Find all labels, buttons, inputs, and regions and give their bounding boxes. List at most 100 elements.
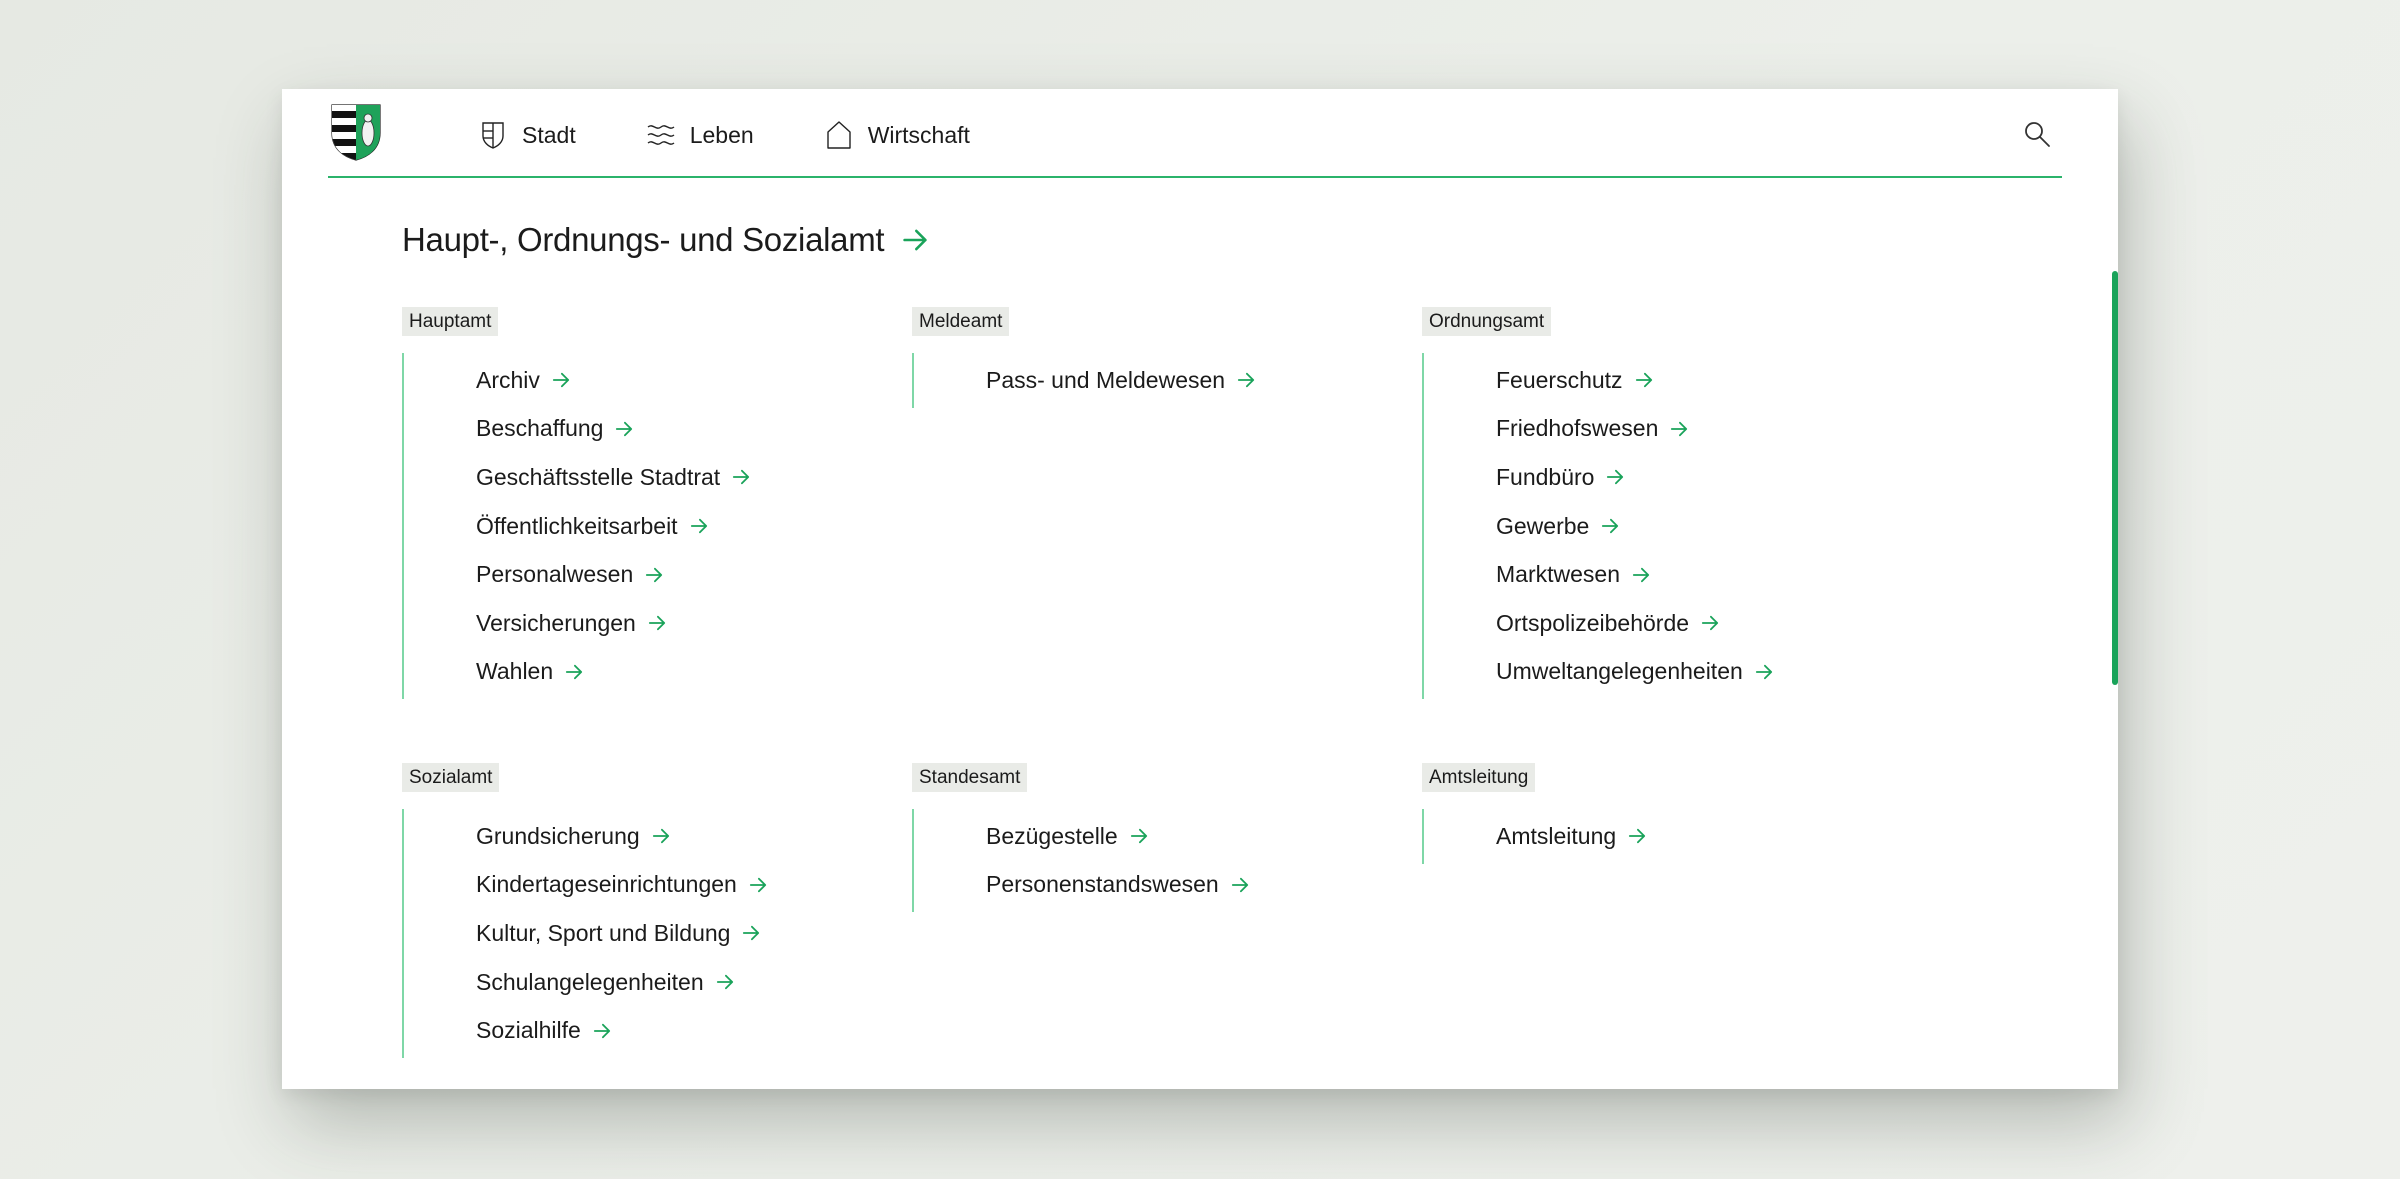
link-item[interactable]: Kindertageseinrichtungen bbox=[476, 861, 872, 910]
link-label: Kultur, Sport und Bildung bbox=[476, 919, 731, 946]
link-label: Feuerschutz bbox=[1496, 366, 1623, 393]
link-label: Gewerbe bbox=[1496, 512, 1590, 539]
group-tag: Sozialamt bbox=[402, 763, 500, 792]
link-list: Bezügestelle Personenstandswesen bbox=[912, 809, 1382, 913]
link-list: Amtsleitung bbox=[1422, 809, 1892, 864]
page-title[interactable]: Haupt-, Ordnungs- und Sozialamt bbox=[402, 221, 928, 259]
waves-icon bbox=[647, 125, 675, 145]
page-title-text: Haupt-, Ordnungs- und Sozialamt bbox=[402, 221, 885, 258]
link-label: Versicherungen bbox=[476, 609, 636, 636]
top-navigation: Stadt Leben Wirtschaft bbox=[328, 89, 2062, 178]
link-list: Pass- und Meldewesen bbox=[912, 353, 1382, 408]
link-label: Geschäftsstelle Stadtrat bbox=[476, 463, 721, 490]
arrow-right-icon bbox=[648, 616, 665, 631]
arrow-right-icon bbox=[716, 974, 733, 990]
arrow-right-icon bbox=[1701, 616, 1719, 631]
arrow-right-icon bbox=[1632, 567, 1650, 582]
link-item[interactable]: Schulangelegenheiten bbox=[476, 958, 872, 1007]
arrow-right-icon bbox=[743, 926, 760, 941]
coat-of-arms-logo[interactable] bbox=[330, 103, 382, 161]
arrow-right-icon bbox=[646, 567, 663, 582]
nav-label-leben: Leben bbox=[689, 121, 754, 148]
group-tag: Meldeamt bbox=[912, 307, 1010, 336]
link-list: Grundsicherung Kindertageseinrichtungen Ku… bbox=[402, 809, 872, 1058]
arrow-right-icon bbox=[1635, 373, 1652, 388]
link-item[interactable]: Kultur, Sport und Bildung bbox=[476, 909, 872, 958]
link-list: Feuerschutz Friedhofswesen Fundbüro Gewerbe… bbox=[1422, 353, 1892, 700]
group-standesamt: Standesamt Bezügestelle Personenstandswes… bbox=[912, 763, 1382, 913]
link-label: Marktwesen bbox=[1496, 561, 1620, 588]
arrow-right-icon bbox=[733, 470, 750, 485]
link-item[interactable]: Wahlen bbox=[476, 648, 872, 697]
link-item[interactable]: Marktwesen bbox=[1496, 550, 1892, 599]
link-label: Wahlen bbox=[476, 658, 554, 685]
arrow-right-icon bbox=[903, 229, 927, 251]
nav-item-stadt[interactable]: Stadt bbox=[478, 115, 576, 155]
link-label: Ortspolizeibehörde bbox=[1496, 609, 1690, 636]
link-item[interactable]: Gewerbe bbox=[1496, 502, 1892, 551]
link-item[interactable]: Feuerschutz bbox=[1496, 356, 1892, 405]
group-ordnungsamt: Ordnungsamt Feuerschutz Friedhofswesen Fun… bbox=[1422, 307, 1892, 700]
nav-label-stadt: Stadt bbox=[522, 121, 576, 148]
link-item[interactable]: Personenstandswesen bbox=[986, 861, 1382, 910]
link-label: Fundbüro bbox=[1496, 463, 1595, 490]
arrow-right-icon bbox=[616, 421, 633, 437]
link-label: Personalwesen bbox=[476, 561, 634, 588]
link-label: Beschaffung bbox=[476, 415, 604, 442]
arrow-right-icon bbox=[690, 518, 707, 534]
house-outline-icon bbox=[826, 121, 851, 149]
arrow-right-icon bbox=[1602, 518, 1619, 534]
scrollbar-thumb[interactable] bbox=[2112, 271, 2118, 685]
link-label: Grundsicherung bbox=[476, 822, 640, 849]
nav-item-leben[interactable]: Leben bbox=[646, 115, 754, 155]
link-item[interactable]: Archiv bbox=[476, 356, 872, 405]
arrow-right-icon bbox=[1130, 829, 1147, 844]
group-tag: Ordnungsamt bbox=[1422, 307, 1552, 336]
link-item[interactable]: Geschäftsstelle Stadtrat bbox=[476, 453, 872, 502]
arrow-right-icon bbox=[1237, 373, 1255, 388]
group-tag: Standesamt bbox=[912, 763, 1028, 792]
link-item[interactable]: Grundsicherung bbox=[476, 812, 872, 861]
group-amtsleitung: Amtsleitung Amtsleitung bbox=[1422, 763, 1892, 864]
link-label: Amtsleitung bbox=[1496, 822, 1617, 849]
link-list: Archiv Beschaffung Geschäftsstelle Stadtra… bbox=[402, 353, 872, 700]
link-item[interactable]: Amtsleitung bbox=[1496, 812, 1892, 861]
link-item[interactable]: Umweltangelegenheiten bbox=[1496, 648, 1892, 697]
arrow-right-icon bbox=[1671, 421, 1688, 437]
search-icon[interactable] bbox=[2022, 119, 2052, 149]
link-label: Schulangelegenheiten bbox=[476, 968, 704, 995]
link-label: Pass- und Meldewesen bbox=[986, 366, 1226, 393]
arrow-right-icon bbox=[552, 373, 570, 388]
link-label: Umweltangelegenheiten bbox=[1496, 658, 1743, 685]
app-window: Stadt Leben Wirtschaft Haupt-, Ordnungs-… bbox=[282, 89, 2118, 1089]
main-nav: Stadt Leben Wirtschaft bbox=[478, 115, 1040, 155]
arrow-right-icon bbox=[1231, 877, 1248, 893]
link-label: Personenstandswesen bbox=[986, 871, 1219, 898]
group-hauptamt: Hauptamt Archiv Beschaffung Geschäftsstell… bbox=[402, 307, 872, 700]
link-item[interactable]: Bezügestelle bbox=[986, 812, 1382, 861]
arrow-right-icon bbox=[1607, 470, 1624, 485]
link-item[interactable]: Versicherungen bbox=[476, 599, 872, 648]
group-meldeamt: Meldeamt Pass- und Meldewesen bbox=[912, 307, 1382, 408]
link-item[interactable]: Personalwesen bbox=[476, 550, 872, 599]
group-tag: Hauptamt bbox=[402, 307, 499, 336]
link-item[interactable]: Beschaffung bbox=[476, 405, 872, 454]
group-sozialamt: Sozialamt Grundsicherung Kindertageseinri… bbox=[402, 763, 872, 1058]
link-label: Friedhofswesen bbox=[1496, 415, 1659, 442]
arrow-right-icon bbox=[652, 829, 669, 844]
link-item[interactable]: Sozialhilfe bbox=[476, 1006, 872, 1055]
link-item[interactable]: Ortspolizeibehörde bbox=[1496, 599, 1892, 648]
link-label: Kindertageseinrichtungen bbox=[476, 871, 737, 898]
link-item[interactable]: Fundbüro bbox=[1496, 453, 1892, 502]
nav-item-wirtschaft[interactable]: Wirtschaft bbox=[824, 115, 970, 155]
link-item[interactable]: Pass- und Meldewesen bbox=[986, 356, 1382, 405]
arrow-right-icon bbox=[749, 877, 766, 893]
arrow-right-icon bbox=[1755, 664, 1772, 680]
link-label: Bezügestelle bbox=[986, 822, 1118, 849]
link-item[interactable]: Öffentlichkeitsarbeit bbox=[476, 502, 872, 551]
arrow-right-icon bbox=[593, 1023, 610, 1038]
arrow-right-icon bbox=[566, 664, 583, 680]
link-item[interactable]: Friedhofswesen bbox=[1496, 405, 1892, 454]
nav-label-wirtschaft: Wirtschaft bbox=[867, 121, 970, 148]
link-label: Sozialhilfe bbox=[476, 1017, 581, 1044]
